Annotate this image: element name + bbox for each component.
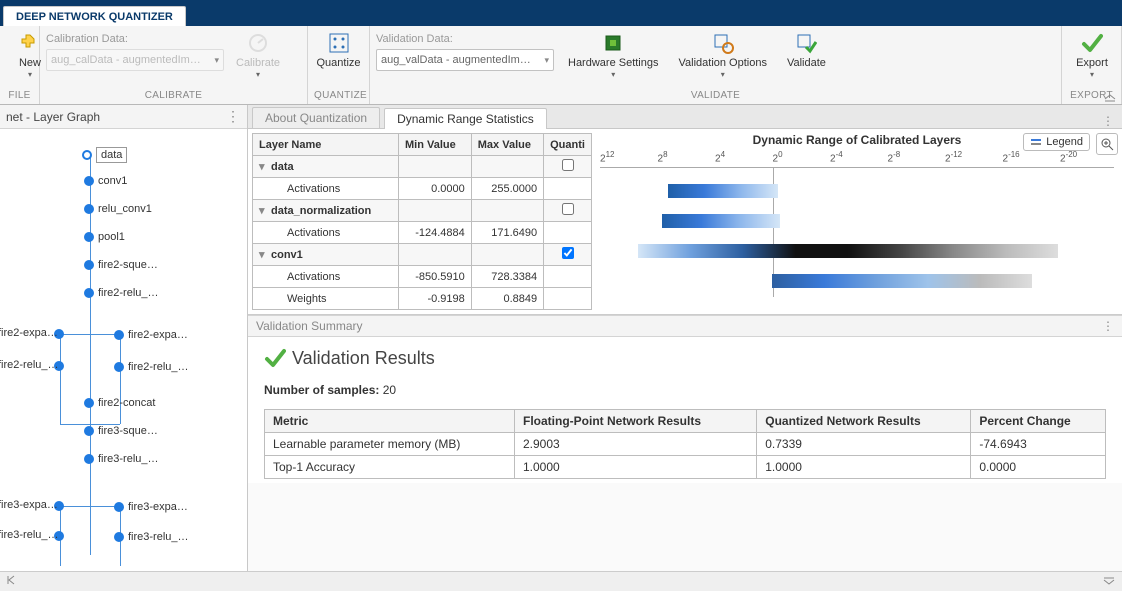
calibration-data-label: Calibration Data: — [46, 33, 224, 45]
node-dot[interactable] — [84, 426, 94, 436]
check-icon — [264, 347, 286, 369]
prev-icon[interactable] — [6, 574, 18, 589]
dynamic-range-table: Layer Name Min Value Max Value Quanti ▾d… — [252, 133, 592, 310]
hardware-settings-button[interactable]: Hardware Settings ▾ — [562, 29, 665, 81]
chevron-down-icon: ▾ — [611, 70, 615, 79]
node-label[interactable]: data — [96, 147, 127, 163]
node-dot[interactable] — [84, 232, 94, 242]
quantize-button[interactable]: Quantize — [314, 29, 363, 71]
title-bar: DEEP NETWORK QUANTIZER — [0, 0, 1122, 26]
table-row[interactable]: Weights-0.91980.8849 — [253, 288, 592, 310]
node-dot[interactable] — [114, 502, 124, 512]
table-row[interactable]: Activations-124.4884171.6490 — [253, 222, 592, 244]
node-dot[interactable] — [84, 454, 94, 464]
calibrate-button[interactable]: Calibrate ▾ — [230, 29, 286, 81]
table-row[interactable]: ▾data_normalization — [253, 200, 592, 222]
tab-dynamic-range-statistics[interactable]: Dynamic Range Statistics — [384, 108, 547, 129]
zoom-in-button[interactable] — [1096, 133, 1118, 155]
quantize-checkbox[interactable] — [562, 247, 574, 259]
legend-button[interactable]: Legend — [1023, 133, 1090, 151]
chevron-down-icon: ▾ — [1090, 70, 1094, 79]
num-samples: Number of samples: 20 — [264, 383, 1106, 397]
validation-options-button[interactable]: Validation Options ▾ — [673, 29, 773, 81]
validation-results-table: Metric Floating-Point Network Results Qu… — [264, 409, 1106, 479]
node-dot[interactable] — [84, 260, 94, 270]
node-dot[interactable] — [114, 330, 124, 340]
node-dot[interactable] — [84, 288, 94, 298]
panel-menu-icon[interactable]: ⋮ — [1102, 114, 1114, 128]
layer-graph[interactable]: data conv1 relu_conv1 pool1 fire2-sque… … — [0, 129, 247, 571]
layer-graph-title: net - Layer Graph — [6, 110, 100, 124]
node-dot[interactable] — [114, 362, 124, 372]
export-button[interactable]: Export ▾ — [1068, 29, 1116, 81]
status-bar — [0, 571, 1122, 591]
node-dot[interactable] — [84, 398, 94, 408]
table-row[interactable]: ▾data — [253, 156, 592, 178]
table-row: Top-1 Accuracy1.00001.00000.0000 — [265, 456, 1106, 479]
toolstrip: New ▾ FILE Calibration Data: aug_calData… — [0, 26, 1122, 105]
node-dot[interactable] — [84, 176, 94, 186]
table-row[interactable]: ▾conv1 — [253, 244, 592, 266]
chevron-down-icon: ▾ — [214, 55, 219, 66]
validation-data-label: Validation Data: — [376, 33, 554, 45]
chevron-down-icon: ▾ — [28, 70, 32, 79]
chevron-down-icon: ▾ — [544, 55, 549, 66]
chevron-down-icon: ▾ — [256, 70, 260, 79]
chevron-down-icon: ▾ — [721, 70, 725, 79]
tab-about-quantization[interactable]: About Quantization — [252, 107, 380, 128]
panel-menu-icon[interactable]: ⋮ — [226, 108, 241, 125]
options-icon — [711, 31, 735, 55]
node-dot[interactable] — [84, 204, 94, 214]
table-row: Learnable parameter memory (MB)2.90030.7… — [265, 433, 1106, 456]
quantize-checkbox[interactable] — [562, 159, 574, 171]
expand-icon[interactable] — [1102, 575, 1116, 589]
panel-menu-icon[interactable]: ⋮ — [1102, 319, 1114, 333]
quantize-icon — [327, 31, 351, 55]
node-dot[interactable] — [82, 150, 92, 160]
dynamic-range-chart[interactable]: Dynamic Range of Calibrated Layers Legen… — [592, 129, 1122, 314]
validation-results-title: Validation Results — [264, 347, 1106, 369]
quantize-checkbox[interactable] — [562, 203, 574, 215]
calibration-data-select[interactable]: aug_calData - augmentedIm… ▾ — [46, 49, 224, 71]
check-icon — [1080, 31, 1104, 55]
calibrate-icon — [246, 31, 270, 55]
node-dot[interactable] — [114, 532, 124, 542]
app-title-tab[interactable]: DEEP NETWORK QUANTIZER — [3, 6, 186, 26]
validate-icon — [794, 31, 818, 55]
table-row[interactable]: Activations-850.5910728.3384 — [253, 266, 592, 288]
validation-summary-title: Validation Summary — [256, 319, 363, 333]
collapse-toolstrip-icon[interactable] — [1103, 92, 1117, 102]
validate-button[interactable]: Validate — [781, 29, 832, 71]
validation-data-select[interactable]: aug_valData - augmentedIm… ▾ — [376, 49, 554, 71]
new-icon — [18, 31, 42, 55]
table-row[interactable]: Activations0.0000255.0000 — [253, 178, 592, 200]
chip-icon — [601, 31, 625, 55]
